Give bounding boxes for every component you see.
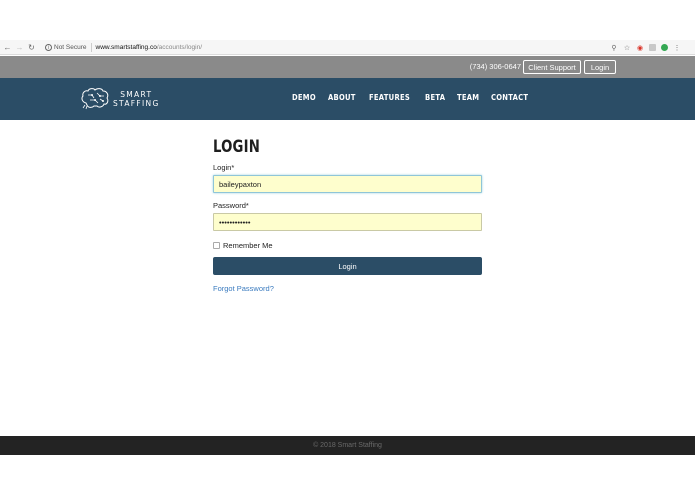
- login-label: Login*: [213, 163, 235, 172]
- logo-line-smart: SMART: [120, 90, 153, 99]
- nav-beta[interactable]: BETA: [425, 93, 445, 102]
- address-bar[interactable]: i Not Secure www.smartstaffing.co/accoun…: [45, 42, 685, 53]
- remember-me-checkbox[interactable]: [213, 241, 220, 249]
- login-submit-button[interactable]: Login: [213, 257, 482, 275]
- phone-number: (734) 306-0647: [469, 62, 521, 71]
- remember-me[interactable]: Remember Me: [213, 240, 482, 250]
- grammarly-extension-icon[interactable]: [661, 44, 668, 51]
- logo-text: SMART STAFFING: [113, 90, 160, 108]
- forgot-password-link[interactable]: Forgot Password?: [213, 284, 274, 293]
- password-label: Password*: [213, 201, 249, 210]
- page-title: LOGIN: [213, 137, 260, 157]
- nav-team[interactable]: TEAM: [457, 93, 479, 102]
- star-icon[interactable]: ☆: [623, 44, 631, 52]
- brain-icon: [81, 88, 109, 110]
- nav-about[interactable]: ABOUT: [328, 93, 356, 102]
- site-footer: © 2018 Smart Staffing: [0, 436, 695, 455]
- url-path: /accounts/login/: [156, 44, 202, 51]
- back-arrow-icon[interactable]: ←: [3, 41, 12, 53]
- info-icon[interactable]: i: [45, 44, 52, 51]
- remember-me-label: Remember Me: [223, 240, 273, 250]
- main-nav: DEMO ABOUT FEATURES BETA TEAM CONTACT: [292, 93, 535, 102]
- logo[interactable]: SMART STAFFING: [80, 87, 160, 111]
- url-separator: [90, 43, 92, 52]
- nav-features[interactable]: FEATURES: [369, 93, 410, 102]
- opera-extension-icon[interactable]: ◉: [636, 44, 644, 52]
- forward-arrow-icon[interactable]: →: [15, 41, 24, 53]
- client-support-button[interactable]: Client Support: [523, 60, 581, 74]
- page: ← → ↻ i Not Secure www.smartstaffing.co /…: [0, 0, 695, 494]
- key-icon[interactable]: ⚲: [610, 44, 618, 52]
- security-status: Not Secure: [54, 44, 87, 51]
- login-form: LOGIN Login* baileypaxton Password* ••••…: [213, 138, 482, 296]
- site-header: SMART STAFFING DEMO ABOUT FEATURES BETA …: [0, 78, 695, 120]
- utility-bar: (734) 306-0647 Client Support Login: [0, 56, 695, 78]
- extension-icon[interactable]: [649, 44, 656, 51]
- nav-demo[interactable]: DEMO: [292, 93, 316, 102]
- more-menu-icon[interactable]: ⋮: [673, 44, 681, 52]
- password-input[interactable]: ••••••••••••: [213, 213, 482, 231]
- nav-contact[interactable]: CONTACT: [491, 93, 528, 102]
- header-login-button[interactable]: Login: [584, 60, 616, 74]
- login-input[interactable]: baileypaxton: [213, 175, 482, 193]
- browser-toolbar: ← → ↻ i Not Secure www.smartstaffing.co /…: [0, 40, 695, 55]
- copyright-text: © 2018 Smart Staffing: [313, 442, 382, 449]
- logo-line-staffing: STAFFING: [113, 99, 160, 108]
- url-host: www.smartstaffing.co: [95, 44, 157, 51]
- toolbar-icons: ⚲ ☆ ◉ ⋮: [610, 42, 681, 53]
- reload-icon[interactable]: ↻: [27, 41, 36, 53]
